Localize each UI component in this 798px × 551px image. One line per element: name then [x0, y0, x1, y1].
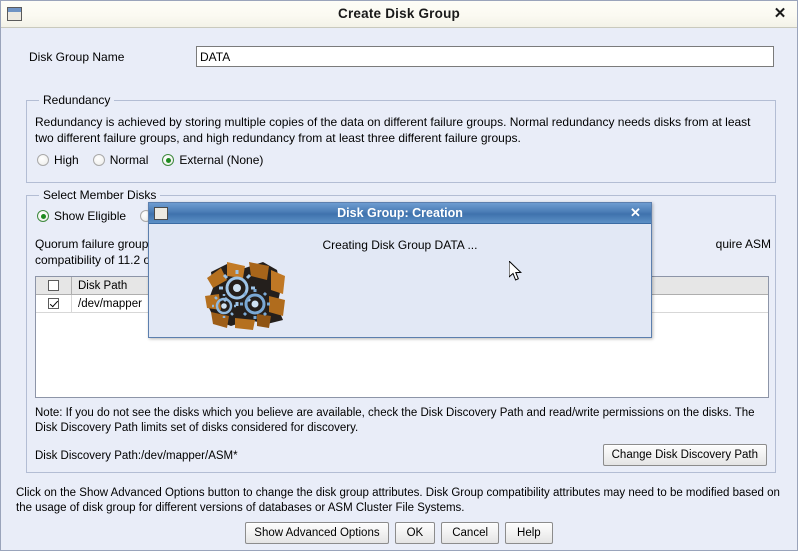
members-legend: Select Member Disks [39, 188, 161, 202]
help-button[interactable]: Help [505, 522, 553, 544]
radio-normal-label: Normal [109, 153, 149, 167]
quorum-description-right: quire ASM [715, 237, 771, 251]
window-titlebar: Create Disk Group ✕ [1, 1, 797, 28]
radio-high-label: High [54, 153, 79, 167]
row-select-cell[interactable] [36, 295, 72, 312]
discovery-note: Note: If you do not see the disks which … [35, 407, 755, 434]
modal-title: Disk Group: Creation [337, 206, 463, 220]
cancel-button[interactable]: Cancel [441, 522, 500, 544]
checkbox-checked-icon[interactable] [48, 298, 59, 309]
select-all-cell[interactable] [36, 277, 72, 294]
dialog-button-row: Show Advanced Options OK Cancel Help [2, 522, 796, 544]
disk-group-creation-modal: Disk Group: Creation ✕ Creating Disk Gro… [148, 202, 652, 338]
ok-button[interactable]: OK [394, 522, 436, 544]
quorum-description-left: Quorum failure group [35, 237, 149, 251]
radio-external-none-label: External (None) [179, 153, 264, 167]
radio-icon [92, 154, 105, 166]
radio-external-none[interactable]: External (None) [162, 153, 263, 167]
disk-group-name-label: Disk Group Name [29, 50, 125, 64]
redundancy-radio-group: High Normal External (None) [37, 153, 277, 167]
radio-selected-icon [37, 210, 49, 222]
radio-normal[interactable]: Normal [92, 153, 149, 167]
advanced-options-description: Click on the Show Advanced Options butto… [16, 487, 780, 514]
radio-show-eligible-label: Show Eligible [54, 209, 127, 223]
redundancy-description: Redundancy is achieved by storing multip… [35, 115, 751, 145]
modal-message: Creating Disk Group DATA ... [322, 238, 478, 252]
disk-discovery-path-label: Disk Discovery Path:/dev/mapper/ASM* [35, 450, 238, 462]
redundancy-group: Redundancy Redundancy is achieved by sto… [26, 93, 776, 183]
show-advanced-options-button[interactable]: Show Advanced Options [245, 522, 389, 544]
disk-group-name-input[interactable] [196, 46, 774, 67]
radio-icon [37, 154, 49, 166]
modal-body: Creating Disk Group DATA ... [149, 224, 651, 337]
radio-high[interactable]: High [37, 153, 79, 167]
window-title: Create Disk Group [338, 6, 460, 21]
radio-show-eligible[interactable]: Show Eligible [37, 209, 126, 223]
screen: Create Disk Group ✕ Disk Group Name Redu… [0, 0, 798, 551]
checkbox-icon[interactable] [48, 280, 59, 291]
disk-group-name-row: Disk Group Name [2, 46, 796, 68]
modal-titlebar: Disk Group: Creation ✕ [149, 203, 651, 224]
close-icon[interactable]: ✕ [628, 205, 643, 221]
radio-selected-icon [162, 154, 175, 166]
redundancy-legend: Redundancy [39, 93, 115, 107]
gears-breaking-wall-icon [205, 262, 285, 330]
change-disk-discovery-path-button[interactable]: Change Disk Discovery Path [602, 444, 767, 466]
close-icon[interactable]: ✕ [771, 5, 789, 23]
